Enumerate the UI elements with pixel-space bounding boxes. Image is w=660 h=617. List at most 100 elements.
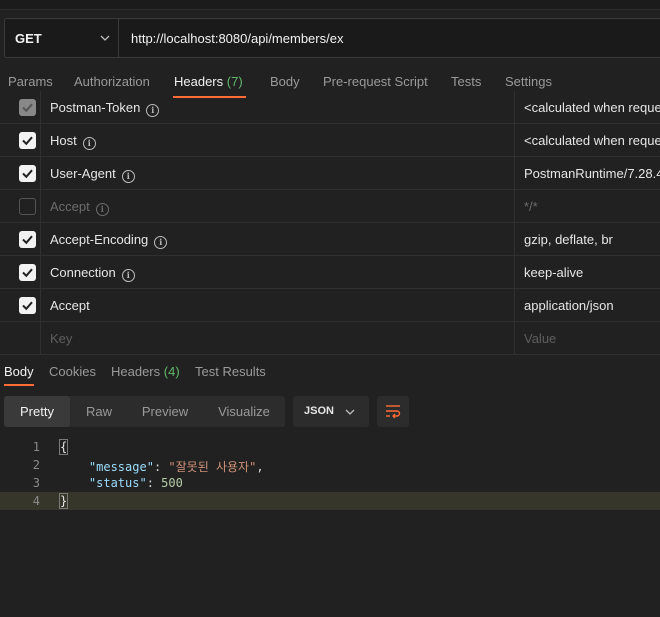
url-bar: GET http://localhost:8080/api/members/ex <box>0 17 660 59</box>
header-value: PostmanRuntime/7.28.4 <box>524 166 660 181</box>
info-icon[interactable]: i <box>146 104 160 117</box>
tab-response-body[interactable]: Body <box>4 364 34 379</box>
view-preview-button[interactable]: Preview <box>130 396 200 427</box>
active-response-tab-indicator <box>4 384 34 386</box>
header-checkbox[interactable] <box>19 231 36 248</box>
table-row: Accept-Encoding i gzip, deflate, br <box>0 223 660 256</box>
top-strip <box>0 0 660 10</box>
header-value: gzip, deflate, br <box>524 232 613 247</box>
new-value-cell[interactable]: Value <box>514 322 660 355</box>
table-row: Accept application/json <box>0 289 660 322</box>
header-key-text: Accept <box>50 199 90 214</box>
code-text: { <box>58 439 69 455</box>
header-value-cell[interactable]: <calculated when request is sent> <box>514 91 660 124</box>
tab-headers-label: Headers <box>174 74 224 89</box>
table-row: Hosti <calculated when request is sent> <box>0 124 660 157</box>
header-key: Postman-Token i <box>50 100 160 117</box>
header-key-text: Accept-Encoding <box>50 232 149 247</box>
header-checkbox[interactable] <box>19 297 36 314</box>
new-value-input[interactable]: Value <box>524 331 556 346</box>
checkbox-cell <box>0 289 41 322</box>
header-value-cell[interactable]: PostmanRuntime/7.28.4 <box>514 157 660 190</box>
table-row: Accept i */* <box>0 190 660 223</box>
line-number: 2 <box>32 458 40 472</box>
code-text: "status": 500 <box>88 476 183 490</box>
info-icon[interactable]: i <box>121 170 135 183</box>
url-text: http://localhost:8080/api/members/ex <box>131 31 344 46</box>
tab-tests[interactable]: Tests <box>451 74 481 89</box>
header-checkbox[interactable] <box>19 132 36 149</box>
view-raw-button[interactable]: Raw <box>74 396 124 427</box>
header-value: application/json <box>524 298 614 313</box>
tab-pre-request-script[interactable]: Pre-request Script <box>323 74 428 89</box>
header-key-text: Host <box>50 133 77 148</box>
header-key: Connection i <box>50 265 135 282</box>
response-body-editor[interactable]: 1 { 2 "message": "잘못된 사용자", 3 "status": … <box>0 436 660 617</box>
table-row: User-Agent i PostmanRuntime/7.28.4 <box>0 157 660 190</box>
header-checkbox[interactable] <box>19 165 36 182</box>
header-value-cell[interactable]: <calculated when request is sent> <box>514 124 660 157</box>
tab-body[interactable]: Body <box>270 74 300 89</box>
header-value-cell[interactable]: */* <box>514 190 660 223</box>
info-icon[interactable]: i <box>154 236 168 249</box>
chevron-down-icon <box>345 409 355 415</box>
header-checkbox[interactable] <box>19 99 36 116</box>
checkmark-icon <box>22 301 33 311</box>
wrap-lines-icon <box>386 405 401 419</box>
header-key: Host i <box>50 133 96 150</box>
checkmark-icon <box>22 169 33 179</box>
code-line: 1 { <box>0 438 660 456</box>
header-value: keep-alive <box>524 265 584 280</box>
line-number: 1 <box>32 440 40 454</box>
info-icon[interactable]: i <box>95 203 109 216</box>
checkbox-cell <box>0 190 41 223</box>
code-line: 3 "status": 500 <box>0 474 660 492</box>
json-string-value: "잘못된 사용자" <box>168 460 257 474</box>
header-value-cell[interactable]: gzip, deflate, br <box>514 223 660 256</box>
tab-response-cookies[interactable]: Cookies <box>49 364 96 379</box>
header-key-text: Connection <box>50 265 116 280</box>
header-key: Accept <box>50 298 90 313</box>
info-icon[interactable]: i <box>121 269 135 282</box>
checkmark-icon <box>22 268 33 278</box>
header-value-cell[interactable]: application/json <box>514 289 660 322</box>
header-checkbox[interactable] <box>19 198 36 215</box>
wrap-lines-button[interactable] <box>377 396 409 427</box>
header-key: Accept i <box>50 199 109 216</box>
tab-settings[interactable]: Settings <box>505 74 552 89</box>
new-key-input[interactable]: Key <box>50 331 72 346</box>
header-key-text: Accept <box>50 298 90 313</box>
headers-table: Postman-Token i <calculated when request … <box>0 91 660 355</box>
header-value: */* <box>524 199 538 214</box>
tab-authorization[interactable]: Authorization <box>74 74 150 89</box>
view-pretty-button[interactable]: Pretty <box>4 396 70 427</box>
checkbox-cell <box>0 322 41 355</box>
view-mode-bar: Pretty Raw Preview Visualize <box>4 396 285 427</box>
tab-params[interactable]: Params <box>8 74 53 89</box>
checkbox-cell <box>0 157 41 190</box>
tab-response-headers[interactable]: Headers (4) <box>111 364 180 379</box>
line-number: 4 <box>32 494 40 508</box>
tab-headers[interactable]: Headers (7) <box>174 74 243 89</box>
checkmark-icon <box>22 136 33 146</box>
view-visualize-button[interactable]: Visualize <box>208 396 280 427</box>
method-select[interactable]: GET <box>4 18 118 58</box>
tab-test-results[interactable]: Test Results <box>195 364 266 379</box>
header-value: <calculated when request is sent> <box>524 100 660 115</box>
checkbox-cell <box>0 223 41 256</box>
url-input[interactable]: http://localhost:8080/api/members/ex <box>118 18 660 58</box>
close-brace: } <box>58 493 69 509</box>
json-key: "status" <box>88 476 147 490</box>
header-checkbox[interactable] <box>19 264 36 281</box>
format-select[interactable]: JSON <box>293 396 369 427</box>
method-label: GET <box>15 31 42 46</box>
checkbox-cell <box>0 91 41 124</box>
header-key-text: Postman-Token <box>50 100 141 115</box>
table-row: Postman-Token i <calculated when request … <box>0 91 660 124</box>
header-key-text: User-Agent <box>50 166 116 181</box>
checkbox-cell <box>0 256 41 289</box>
checkbox-cell <box>0 124 41 157</box>
info-icon[interactable]: i <box>82 137 96 150</box>
json-number-value: 500 <box>161 476 183 490</box>
header-value-cell[interactable]: keep-alive <box>514 256 660 289</box>
